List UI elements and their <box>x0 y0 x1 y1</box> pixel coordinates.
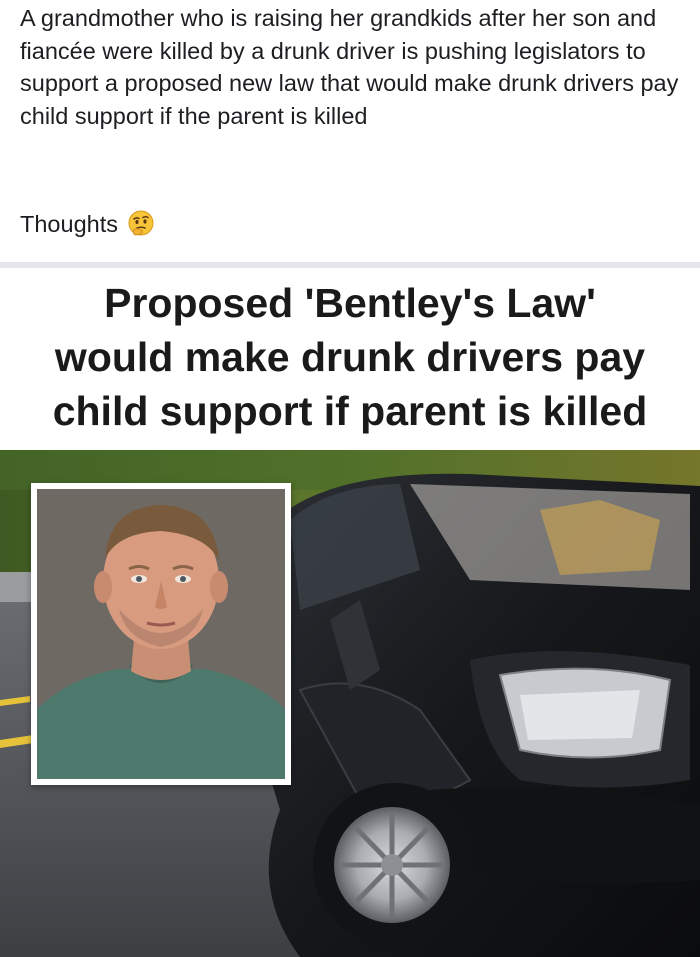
headline-line-2: would make drunk drivers pay <box>54 334 646 380</box>
article-headline: Proposed 'Bentley's Law' would make drun… <box>0 268 700 450</box>
post-body-text: A grandmother who is raising her grandki… <box>20 5 679 129</box>
thoughts-label: Thoughts <box>20 211 118 237</box>
mugshot-photo <box>31 483 291 785</box>
thinking-face-emoji-icon <box>126 209 156 239</box>
post-thoughts-line: Thoughts <box>20 208 156 240</box>
social-post: A grandmother who is raising her grandki… <box>0 0 700 262</box>
headline-line-1: Proposed 'Bentley's Law' <box>104 280 596 326</box>
headline-line-3: child support if parent is killed <box>52 388 648 434</box>
